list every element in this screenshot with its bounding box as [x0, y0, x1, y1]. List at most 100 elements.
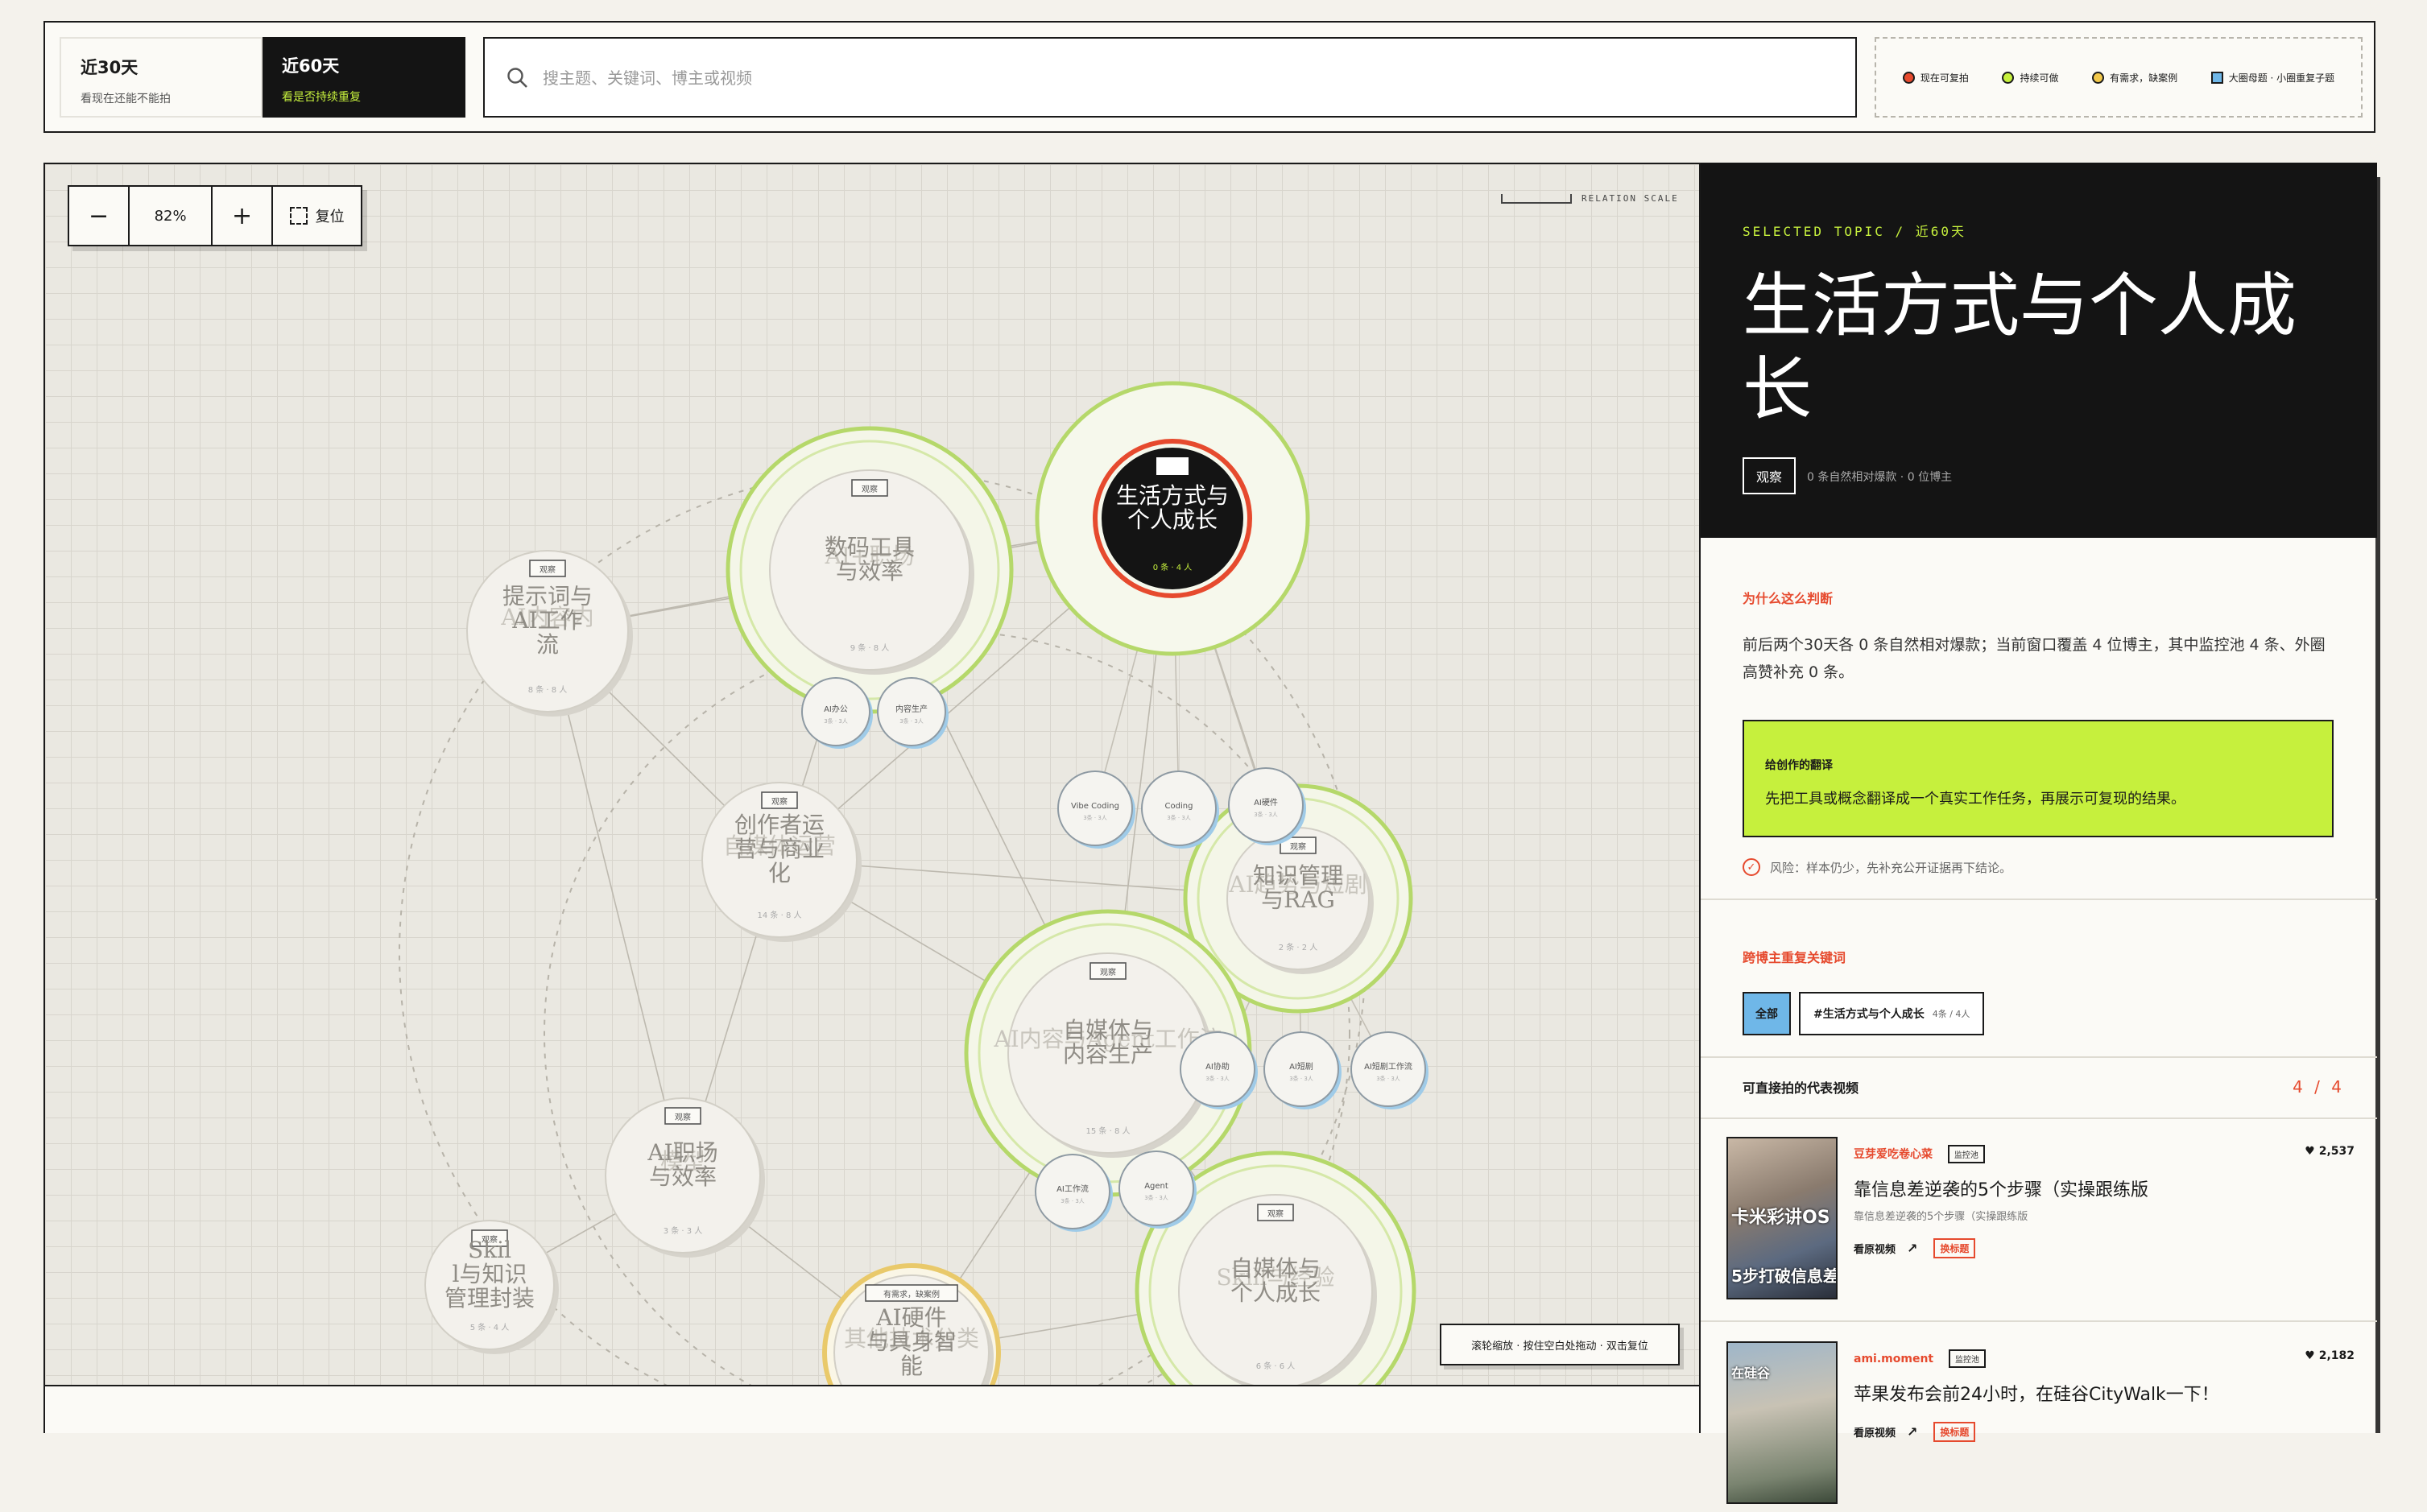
reset-button[interactable]: 复位: [273, 187, 361, 245]
node-meta: 5 条 · 4 人: [470, 1322, 510, 1332]
topic-title: 生活方式与个人成长: [1743, 266, 2297, 430]
subnode-label: Agent: [1144, 1182, 1168, 1191]
node-label: 自媒体与: [1063, 1017, 1153, 1043]
video-likes: ♥ 2,537: [2305, 1145, 2355, 1158]
video-title[interactable]: 苹果发布会前24小时，在硅谷CityWalk一下！: [1854, 1380, 2219, 1406]
node-badge-label: 观察: [1100, 967, 1116, 977]
subtopic-node[interactable]: Vibe Coding 3条 · 3人: [1057, 770, 1135, 849]
scale-bar-icon: [1501, 193, 1572, 204]
topic-node[interactable]: 有需求，缺案例其他技术分类AI硬件与具身智能10 条 · 10 人: [822, 1263, 1001, 1386]
video-title[interactable]: 靠信息差逆袭的5个步骤（实操跟练版: [1854, 1175, 2148, 1201]
subnode-meta: 3条 · 3人: [1083, 814, 1107, 821]
subnode-meta: 3条 · 3人: [1205, 1075, 1230, 1082]
search-icon: [507, 68, 527, 88]
subnode-meta: 3条 · 3人: [1254, 811, 1278, 818]
subnode-meta: 3条 · 3人: [1376, 1075, 1400, 1082]
node-badge-label: 观察: [540, 564, 556, 575]
canvas-hint: 滚轮缩放 · 按住空白处拖动 · 双击复位: [1440, 1324, 1680, 1365]
subnode-meta: 3条 · 3人: [1289, 1075, 1313, 1082]
node-badge: [1156, 457, 1189, 475]
video-subtitle: 靠信息差逆袭的5个步骤（实操跟练版: [1854, 1211, 2028, 1223]
check-circle-icon: ✓: [1743, 858, 1760, 876]
subnode-label: AI短剧工作流: [1364, 1061, 1412, 1072]
subtopic-node[interactable]: AI短剧工作流 3条 · 3人: [1350, 1031, 1428, 1109]
video-author[interactable]: 豆芽爱吃卷心菜 监控池: [1854, 1145, 1985, 1163]
subnode-label: AI短剧: [1289, 1061, 1313, 1072]
tab-30-days[interactable]: 近30天 看现在还能不能拍: [60, 37, 263, 118]
search-input[interactable]: [541, 61, 1797, 95]
videos-count: 4 / 4: [2293, 1077, 2345, 1097]
subtopic-node[interactable]: AI短剧 3条 · 3人: [1263, 1031, 1342, 1109]
keyword-chips: 全部 #生活方式与个人成长 4条 / 4人: [1743, 992, 2335, 1035]
topic-node[interactable]: 观察AI+职场数码工具与效率9 条 · 8 人: [726, 426, 1014, 714]
yellow-dot-icon: [2092, 71, 2105, 84]
subnode-meta: 3条 · 3人: [899, 717, 924, 725]
node-label: 与具身智: [866, 1328, 957, 1355]
open-video-link[interactable]: 看原视频 ↗ 换标题: [1854, 1422, 1976, 1442]
video-likes: ♥ 2,182: [2305, 1349, 2355, 1362]
subnode-label: 内容生产: [895, 704, 928, 714]
topic-node[interactable]: 观察自媒体运营创作者运营与商业化14 条 · 8 人: [701, 782, 862, 942]
reset-label: 复位: [315, 209, 345, 225]
legend-label: 现在可复拍: [1920, 72, 1969, 84]
zoom-in-button[interactable]: +: [213, 187, 274, 245]
divider: [1701, 1117, 2377, 1119]
topic-node[interactable]: 观察Skill与知识管理封装5 条 · 4 人: [424, 1220, 559, 1354]
relation-scale: RELATION SCALE: [1501, 193, 1679, 204]
video-thumbnail[interactable]: 卡米彩讲OS 5步打破信息差: [1726, 1137, 1838, 1299]
likes-count: 2,182: [2318, 1349, 2355, 1362]
node-label: 管理封装: [444, 1285, 535, 1312]
node-label: 流: [536, 631, 559, 658]
external-link-icon: ↗: [1907, 1241, 1918, 1256]
video-author[interactable]: ami.moment 监控池: [1854, 1349, 1986, 1368]
retitle-tag[interactable]: 换标题: [1933, 1238, 1976, 1258]
author-name: ami.moment: [1854, 1353, 1934, 1365]
topic-meta: 0 条自然相对爆款 · 0 位博主: [1807, 471, 1953, 484]
legend-item-replicable: 现在可复拍: [1902, 71, 1969, 85]
node-label: 与效率: [649, 1163, 717, 1190]
node-label: 与效率: [836, 558, 903, 585]
source-tag: 监控池: [1948, 1349, 1986, 1368]
subnode-meta: 3条 · 3人: [1061, 1197, 1085, 1204]
card-label: 给创作的翻译: [1765, 759, 1833, 772]
subtopic-node[interactable]: Coding 3条 · 3人: [1141, 770, 1219, 849]
topic-graph-canvas[interactable]: 观察 AI内容内 提示词与 AI工作流 8 条 · 8 人观察 AI+职场 数码工具 与效率 9…: [43, 163, 1701, 1386]
node-label: 提示词与: [502, 583, 593, 609]
subnode-label: Vibe Coding: [1071, 802, 1119, 811]
chip-all[interactable]: 全部: [1743, 992, 1791, 1035]
legend-item-demand: 有需求，缺案例: [2092, 71, 2177, 85]
node-label: 自媒体与: [1230, 1255, 1321, 1282]
video-card[interactable]: 卡米彩讲OS 5步打破信息差 豆芽爱吃卷心菜 监控池 ♥ 2,537 靠信息差逆…: [1726, 1137, 2355, 1308]
node-label: 创作者运: [734, 812, 825, 838]
subnode-label: Coding: [1165, 802, 1193, 811]
topic-node[interactable]: 观察AI内容内提示词与AI工作流8 条 · 8 人: [466, 550, 633, 717]
card-text: 先把工具或概念翻译成一个真实工作任务，再展示可复现的结果。: [1765, 791, 2185, 808]
zoom-out-button[interactable]: −: [69, 187, 130, 245]
external-link-icon: ↗: [1907, 1424, 1918, 1440]
legend-item-sustained: 持续可做: [2002, 71, 2058, 85]
node-badge-label: 观察: [862, 484, 878, 494]
video-card[interactable]: 在硅谷 ami.moment 监控池 ♥ 2,182 苹果发布会前24小时，在硅…: [1726, 1341, 2355, 1512]
retitle-tag[interactable]: 换标题: [1933, 1422, 1976, 1442]
subnode-label: AI办公: [824, 704, 848, 714]
source-tag: 监控池: [1947, 1145, 1985, 1163]
tab-60-days[interactable]: 近60天 看是否持续重复: [263, 37, 465, 118]
video-thumbnail[interactable]: 在硅谷: [1726, 1341, 1838, 1504]
topic-node[interactable]: 观察模型AI职场与效率3 条 · 3 人: [605, 1097, 765, 1258]
fullscreen-icon: [289, 207, 308, 225]
open-video-link[interactable]: 看原视频 ↗ 换标题: [1854, 1238, 1976, 1258]
link-label: 看原视频: [1854, 1244, 1896, 1256]
node-meta: 2 条 · 2 人: [1279, 942, 1318, 952]
videos-header: 可直接拍的代表视频 4 / 4: [1743, 1077, 2345, 1097]
keywords-section: 跨博主重复关键词 全部 #生活方式与个人成长 4条 / 4人: [1701, 947, 2377, 1035]
topic-graph[interactable]: 观察AI内容内提示词与AI工作流8 条 · 8 人观察AI+职场数码工具与效率9…: [45, 164, 1701, 1386]
subnode-label: AI硬件: [1254, 798, 1278, 808]
topic-node[interactable]: 生活方式与个人成长 0 条 · 4 人: [1035, 381, 1310, 656]
search-box[interactable]: [483, 37, 1857, 118]
node-label: 能: [900, 1353, 923, 1379]
node-badge-label: 观察: [1290, 841, 1306, 852]
node-label: AI硬件: [875, 1304, 946, 1331]
chip-keyword[interactable]: #生活方式与个人成长 4条 / 4人: [1799, 992, 1985, 1035]
likes-count: 2,537: [2318, 1145, 2355, 1158]
node-label: 个人成长: [1230, 1279, 1321, 1306]
